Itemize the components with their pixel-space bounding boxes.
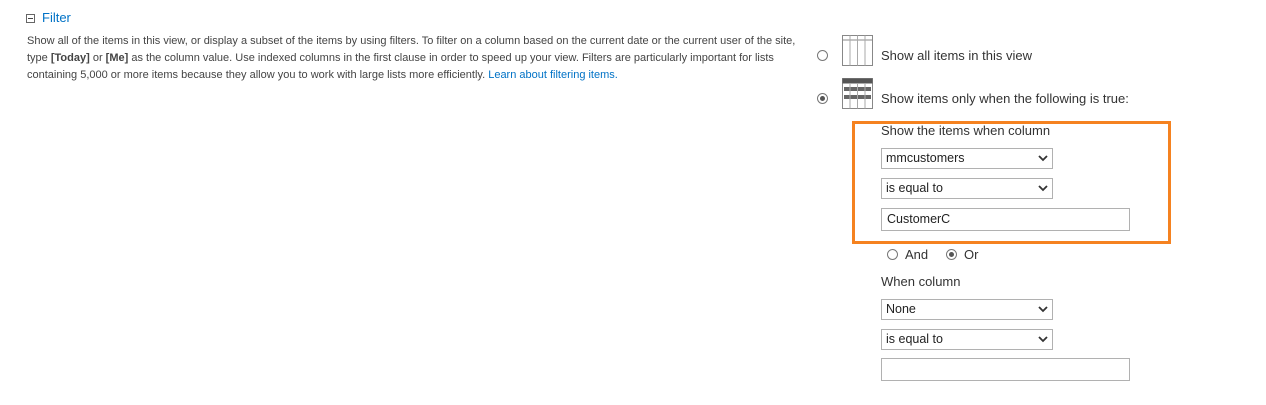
- me-token: [Me]: [105, 52, 129, 64]
- and-label: And: [905, 247, 929, 262]
- chevron-down-icon: [1038, 306, 1048, 313]
- show-filtered-radio[interactable]: [817, 93, 828, 104]
- clause1-heading: Show the items when column: [881, 123, 1051, 138]
- today-token: [Today]: [50, 52, 90, 64]
- clause1-operator-select[interactable]: is equal to: [881, 178, 1053, 199]
- show-all-radio[interactable]: [817, 50, 828, 61]
- clause2-value-input[interactable]: [881, 358, 1130, 381]
- chevron-down-icon: [1038, 185, 1048, 192]
- chevron-down-icon: [1038, 155, 1048, 162]
- list-view-icon: [842, 35, 873, 66]
- clause2-column-value: None: [886, 302, 916, 316]
- filter-section-header[interactable]: Filter: [26, 11, 71, 25]
- clause1-value-text: CustomerC: [887, 212, 951, 226]
- filter-description: Show all of the items in this view, or d…: [27, 33, 797, 84]
- show-all-label: Show all items in this view: [881, 48, 1032, 63]
- clause2-operator-value: is equal to: [886, 332, 943, 346]
- section-title[interactable]: Filter: [42, 11, 71, 25]
- clause1-column-select[interactable]: mmcustomers: [881, 148, 1053, 169]
- and-radio[interactable]: [887, 249, 898, 260]
- or-radio[interactable]: [946, 249, 957, 260]
- clause2-operator-select[interactable]: is equal to: [881, 329, 1053, 350]
- or-label: Or: [964, 247, 979, 262]
- filtered-view-icon: [842, 78, 873, 109]
- collapse-icon[interactable]: [26, 13, 35, 23]
- clause2-column-select[interactable]: None: [881, 299, 1053, 320]
- clause1-operator-value: is equal to: [886, 181, 943, 195]
- clause1-value-input[interactable]: CustomerC: [881, 208, 1130, 231]
- chevron-down-icon: [1038, 336, 1048, 343]
- learn-filtering-link[interactable]: Learn about filtering items.: [488, 69, 618, 81]
- clause2-heading: When column: [881, 274, 961, 289]
- clause1-column-value: mmcustomers: [886, 151, 965, 165]
- description-text-2: or: [89, 52, 106, 64]
- description-text-3: as the column value. Use indexed columns…: [27, 52, 774, 81]
- show-filtered-label: Show items only when the following is tr…: [881, 91, 1129, 106]
